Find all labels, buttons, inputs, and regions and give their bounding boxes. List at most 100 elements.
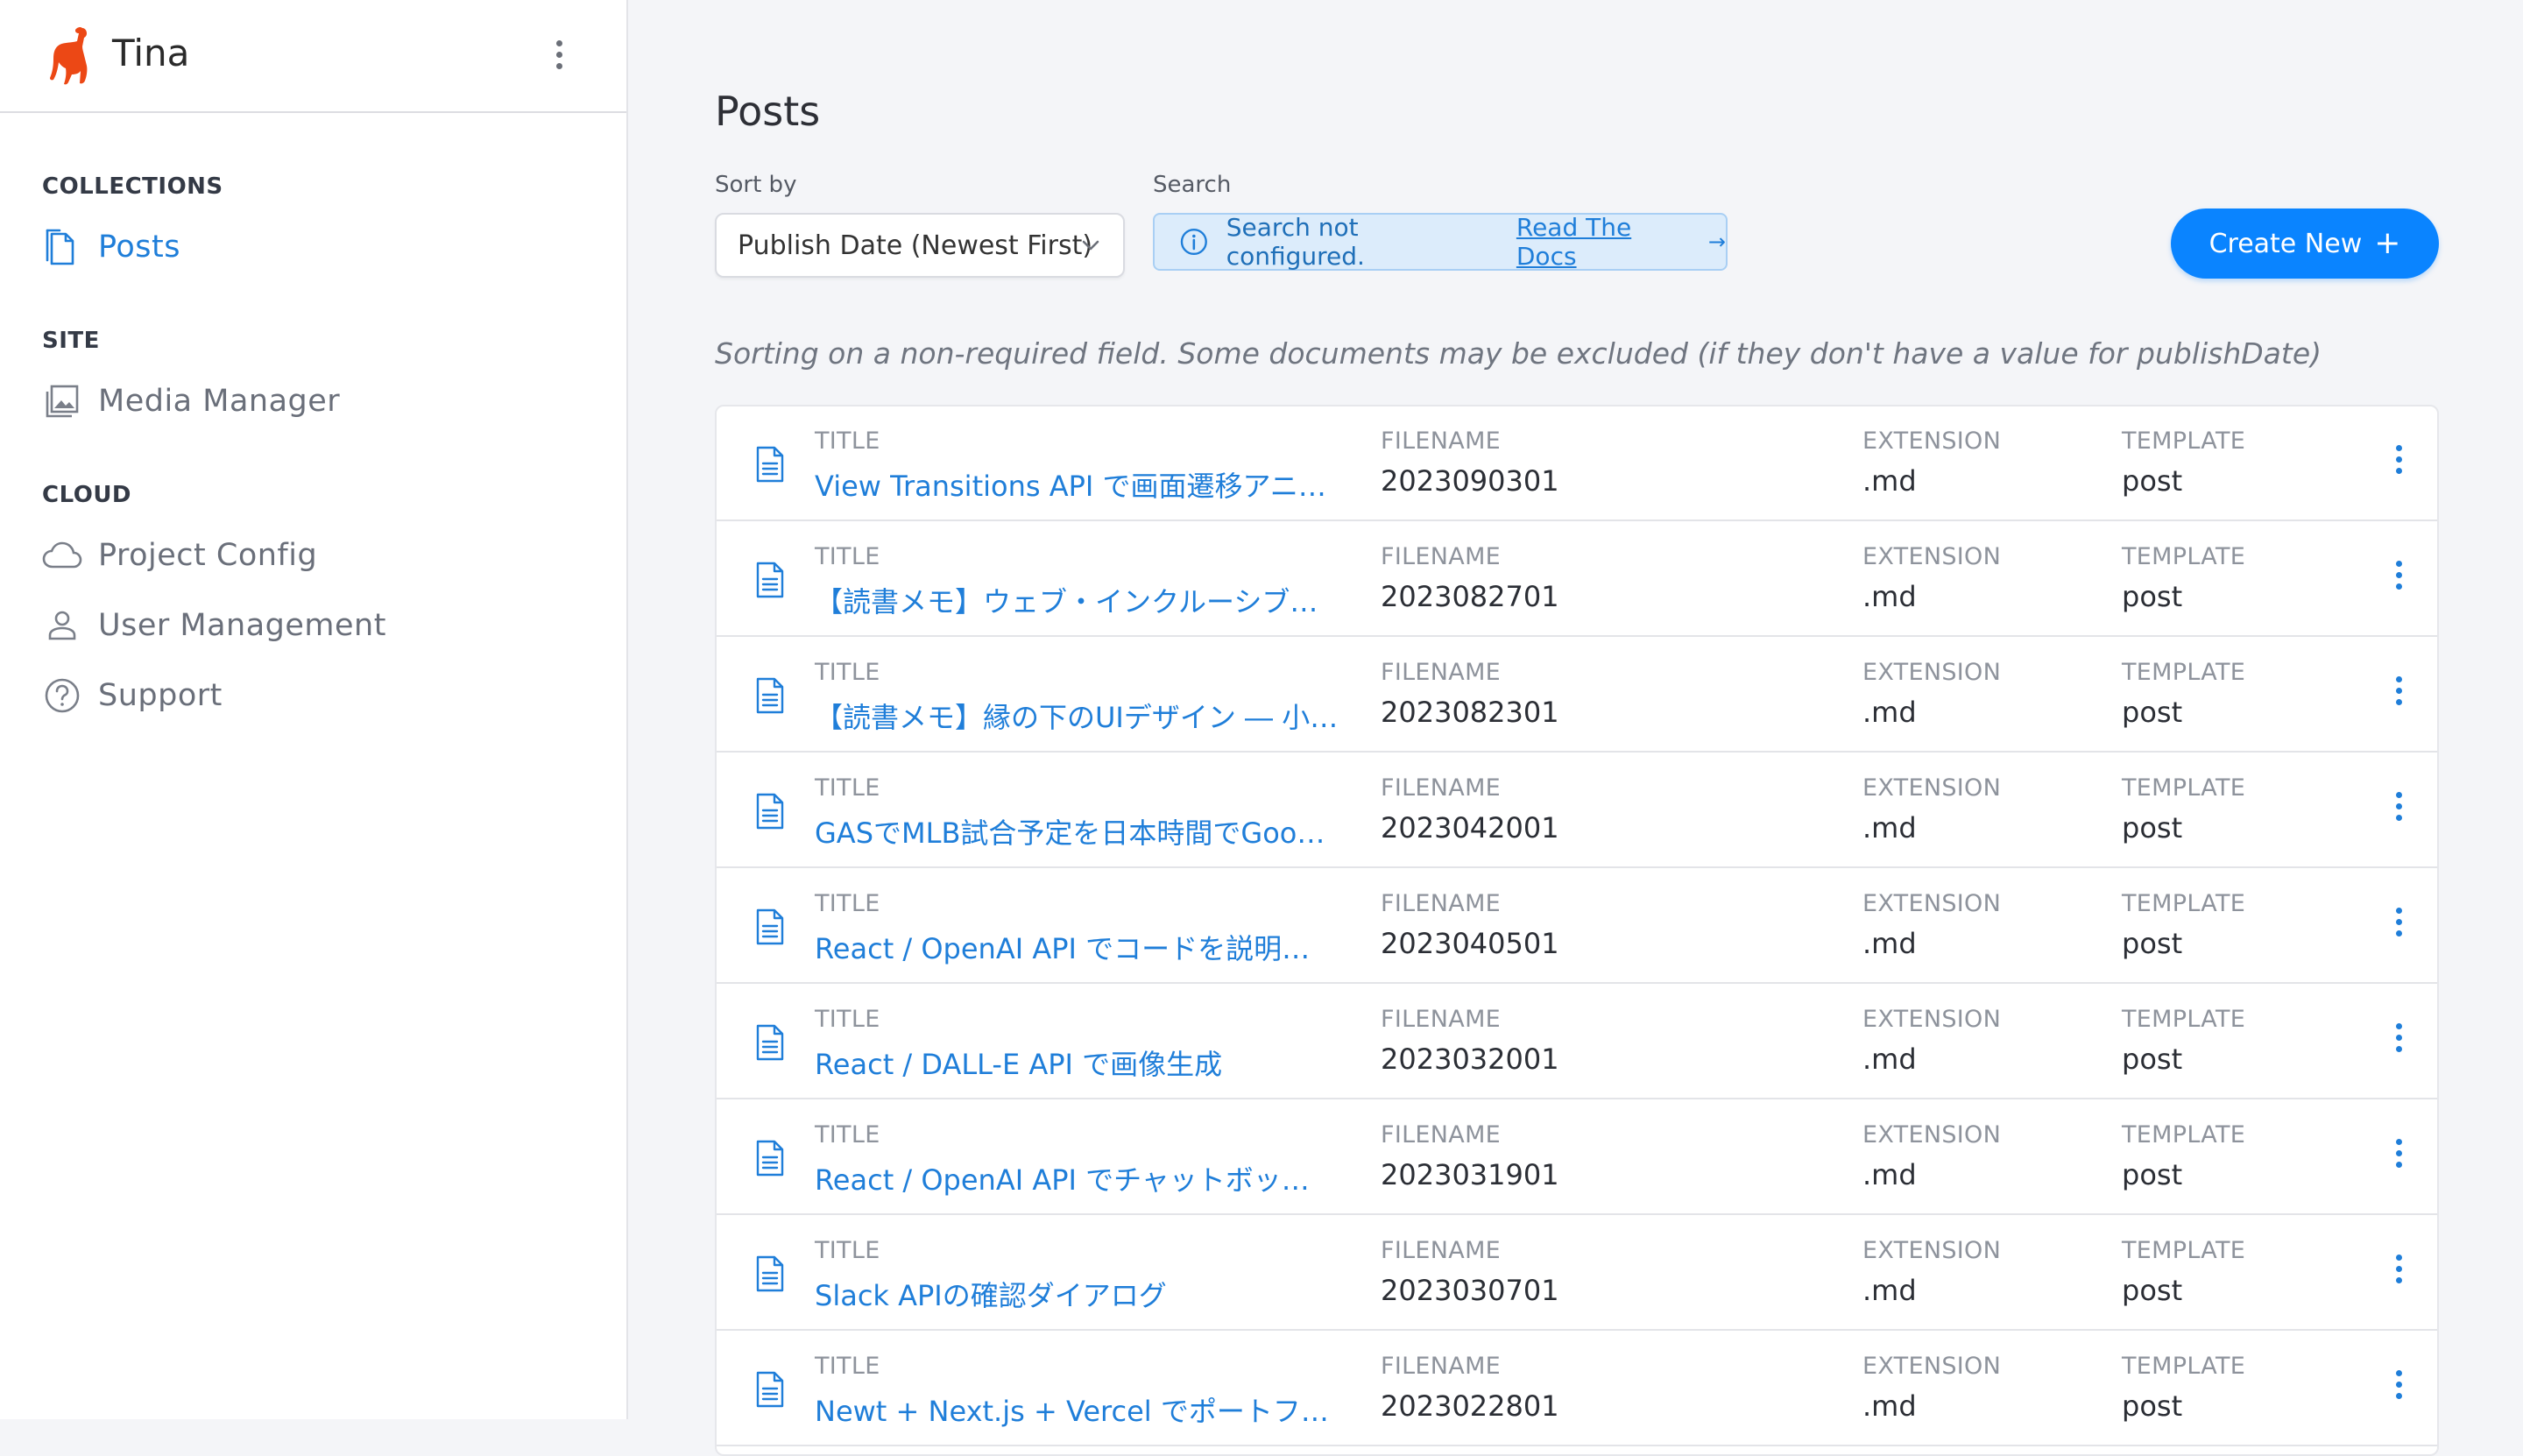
title-header: TITLE [815, 543, 880, 570]
sort-label: Sort by [715, 172, 797, 198]
extension-value: .md [1862, 580, 1917, 613]
row-menu-icon[interactable] [2393, 1139, 2404, 1176]
extension-header: EXTENSION [1862, 774, 2002, 802]
template-value: post [2122, 464, 2183, 498]
documents-table: TITLE View Transitions API で画面遷移アニ… FILENA… [715, 405, 2439, 1456]
sidebar-item-support[interactable]: Support [42, 675, 223, 717]
sidebar-item-project-config[interactable]: Project Config [42, 534, 317, 576]
table-row[interactable]: TITLE View Transitions API で画面遷移アニ… FILENA… [717, 406, 2437, 521]
template-value: post [2122, 1158, 2183, 1191]
search-notice: Search not configured. Read The Docs → [1153, 213, 1728, 271]
section-site: SITE [42, 328, 100, 354]
extension-value: .md [1862, 1389, 1917, 1423]
template-header: TEMPLATE [2122, 1121, 2246, 1149]
extension-header: EXTENSION [1862, 659, 2002, 686]
sidebar-header: Tina [0, 0, 626, 113]
post-title-link[interactable]: React / OpenAI API でチャットボッ… [815, 1158, 1310, 1198]
sidebar-item-label: Posts [98, 230, 180, 265]
extension-header: EXTENSION [1862, 1353, 2002, 1380]
create-new-label: Create New [2209, 228, 2363, 259]
sidebar-item-label: Support [98, 678, 223, 713]
title-header: TITLE [815, 774, 880, 802]
filename-header: FILENAME [1381, 890, 1502, 917]
table-row[interactable]: TITLE GASでMLB試合予定を日本時間でGoo… FILENAME 202304… [717, 753, 2437, 868]
search-message: Search not configured. [1226, 213, 1365, 271]
extension-header: EXTENSION [1862, 428, 2002, 455]
sidebar-menu-icon[interactable] [552, 40, 566, 75]
arrow-right-icon[interactable]: → [1708, 230, 1726, 254]
post-title-link[interactable]: React / OpenAI API でコードを説明… [815, 927, 1310, 967]
document-icon [756, 1255, 784, 1292]
table-row[interactable]: TITLE 【読書メモ】縁の下のUIデザイン ― 小… FILENAME 202308… [717, 638, 2437, 753]
page-title: Posts [715, 88, 821, 135]
template-header: TEMPLATE [2122, 659, 2246, 686]
sidebar-item-label: User Management [98, 608, 386, 643]
read-docs-link[interactable]: Read The Docs [1516, 213, 1698, 271]
row-menu-icon[interactable] [2393, 1023, 2404, 1060]
post-title-link[interactable]: Slack APIの確認ダイアログ [815, 1274, 1167, 1314]
row-menu-icon[interactable] [2393, 1370, 2404, 1407]
sidebar-item-user-management[interactable]: User Management [42, 604, 386, 647]
extension-value: .md [1862, 1274, 1917, 1307]
title-header: TITLE [815, 1353, 880, 1380]
post-title-link[interactable]: 【読書メモ】ウェブ・インクルーシブ… [815, 580, 1318, 620]
sidebar-item-posts[interactable]: Posts [42, 226, 180, 268]
filename-header: FILENAME [1381, 1006, 1502, 1033]
title-header: TITLE [815, 1006, 880, 1033]
table-row[interactable]: TITLE 【読書メモ】ウェブ・インクルーシブ… FILENAME 202308270… [717, 522, 2437, 637]
filename-header: FILENAME [1381, 659, 1502, 686]
row-menu-icon[interactable] [2393, 1255, 2404, 1291]
cloud-icon [42, 535, 82, 576]
filename-value: 2023082301 [1381, 696, 1559, 729]
document-icon [756, 1371, 784, 1408]
template-value: post [2122, 1043, 2183, 1076]
document-icon [756, 446, 784, 483]
post-title-link[interactable]: React / DALL-E API で画像生成 [815, 1043, 1222, 1083]
document-icon [756, 793, 784, 830]
info-icon [1180, 228, 1207, 256]
extension-header: EXTENSION [1862, 890, 2002, 917]
document-icon [756, 677, 784, 714]
table-row[interactable]: TITLE React / OpenAI API でチャットボッ… FILENAME… [717, 1100, 2437, 1215]
table-row[interactable]: TITLE React / OpenAI API でコードを説明… FILENAME… [717, 869, 2437, 984]
row-menu-icon[interactable] [2393, 908, 2404, 944]
plus-icon: + [2374, 225, 2401, 261]
sort-select[interactable]: Publish Date (Newest First) [715, 213, 1125, 278]
table-row[interactable]: TITLE Newt + Next.js + Vercel でポートフ… FILEN… [717, 1332, 2437, 1446]
document-icon [756, 1140, 784, 1177]
row-menu-icon[interactable] [2393, 792, 2404, 829]
user-icon [42, 605, 82, 646]
sidebar-item-media-manager[interactable]: Media Manager [42, 380, 340, 422]
row-menu-icon[interactable] [2393, 445, 2404, 482]
extension-header: EXTENSION [1862, 1237, 2002, 1264]
template-header: TEMPLATE [2122, 890, 2246, 917]
filename-value: 2023090301 [1381, 464, 1559, 498]
chevron-down-icon [1082, 240, 1099, 251]
filename-value: 2023032001 [1381, 1043, 1559, 1076]
create-new-button[interactable]: Create New + [2171, 209, 2439, 279]
post-title-link[interactable]: Newt + Next.js + Vercel でポートフ… [815, 1389, 1329, 1430]
table-row[interactable]: TITLE Slack APIの確認ダイアログ FILENAME 2023030701… [717, 1216, 2437, 1331]
extension-header: EXTENSION [1862, 1121, 2002, 1149]
row-menu-icon[interactable] [2393, 561, 2404, 597]
sidebar: Tina COLLECTIONS Posts SITE Media Manage… [0, 0, 628, 1419]
title-header: TITLE [815, 1237, 880, 1264]
template-value: post [2122, 1274, 2183, 1307]
document-icon [756, 908, 784, 945]
template-value: post [2122, 696, 2183, 729]
filename-header: FILENAME [1381, 1353, 1502, 1380]
filename-header: FILENAME [1381, 1237, 1502, 1264]
filename-header: FILENAME [1381, 428, 1502, 455]
section-cloud: CLOUD [42, 482, 132, 508]
template-value: post [2122, 580, 2183, 613]
table-row[interactable]: TITLE React / DALL-E API で画像生成 FILENAME 202… [717, 985, 2437, 1099]
row-menu-icon[interactable] [2393, 676, 2404, 713]
post-title-link[interactable]: GASでMLB試合予定を日本時間でGoo… [815, 811, 1325, 852]
template-header: TEMPLATE [2122, 1353, 2246, 1380]
post-title-link[interactable]: View Transitions API で画面遷移アニ… [815, 464, 1326, 505]
filename-value: 2023030701 [1381, 1274, 1559, 1307]
post-title-link[interactable]: 【読書メモ】縁の下のUIデザイン ― 小… [815, 696, 1338, 736]
help-icon [42, 675, 82, 716]
llama-logo-icon[interactable] [46, 26, 93, 86]
extension-value: .md [1862, 927, 1917, 960]
